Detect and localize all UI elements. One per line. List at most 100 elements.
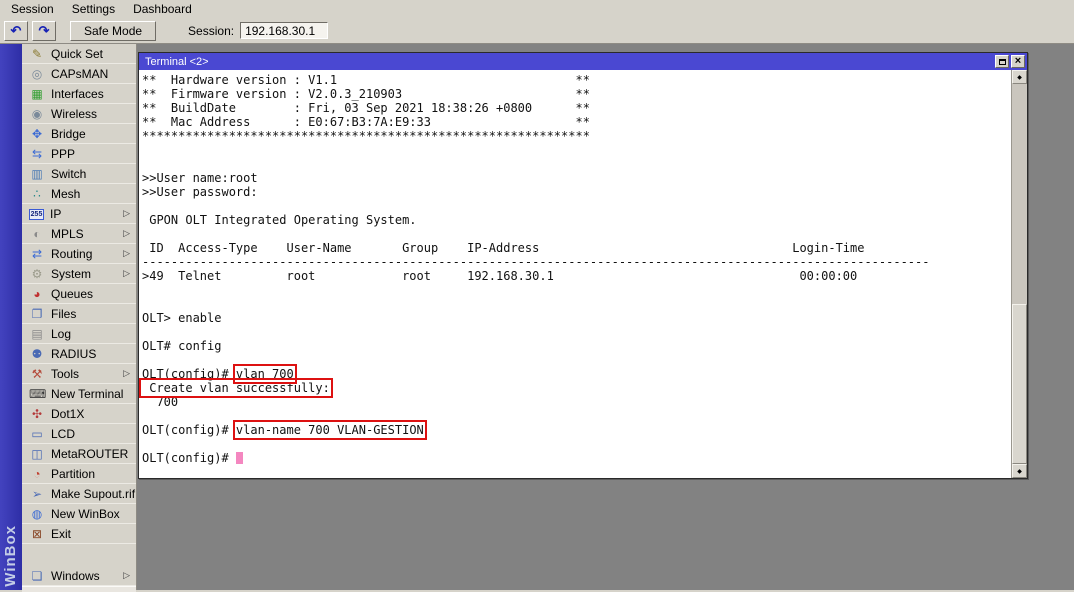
sidebar-item-label: New WinBox xyxy=(51,507,120,521)
sidebar-item-label: Switch xyxy=(51,167,86,181)
submenu-arrow-icon: ▷ xyxy=(123,248,130,259)
sidebar-item-mpls[interactable]: ◐ MPLS ▷ xyxy=(22,224,136,244)
sidebar-item-interfaces[interactable]: ▦Interfaces xyxy=(22,84,136,104)
sidebar-item-new-winbox[interactable]: ◍ New WinBox xyxy=(22,504,136,524)
sidebar-item-label: Tools xyxy=(51,367,79,381)
log-icon: ▤ xyxy=(29,326,45,342)
sidebar-item-wireless[interactable]: ◉Wireless xyxy=(22,104,136,124)
submenu-arrow-icon: ▷ xyxy=(123,368,130,379)
highlight-box: vlan-name 700 VLAN-GESTION xyxy=(236,423,424,437)
sidebar-item-capsman[interactable]: ◎ CAPsMAN xyxy=(22,64,136,84)
winbox-vertical-label: WinBox xyxy=(2,525,19,587)
terminal-line xyxy=(142,437,1011,451)
sidebar-item-label: RADIUS xyxy=(51,347,96,361)
redo-button[interactable]: ↷ xyxy=(32,21,56,41)
sidebar-item-ip[interactable]: 255IP▷ xyxy=(22,204,136,224)
terminal-output[interactable]: ** Hardware version : V1.1 **** Firmware… xyxy=(139,70,1011,478)
scrollbar-track[interactable] xyxy=(1012,84,1027,464)
mpls-icon: ◐ xyxy=(29,226,45,242)
sidebar-item-label: CAPsMAN xyxy=(51,67,108,81)
terminal-line: ----------------------------------------… xyxy=(142,255,1011,269)
scroll-up-button[interactable]: ◆ xyxy=(1012,70,1027,84)
sidebar-item-make-supout-rif[interactable]: ➢ Make Supout.rif xyxy=(22,484,136,504)
new-terminal-icon: ⌨ xyxy=(29,386,45,402)
sidebar-item-ppp[interactable]: ⇆PPP xyxy=(22,144,136,164)
sidebar-item-exit[interactable]: ⊠Exit xyxy=(22,524,136,544)
sidebar-item-windows[interactable]: ❏Windows▷ xyxy=(22,566,136,586)
terminal-cursor xyxy=(236,452,243,464)
make-supout-icon: ➢ xyxy=(29,486,45,502)
terminal-window: Terminal <2> × ** Hardware version : V1.… xyxy=(138,52,1028,479)
sidebar-nav: ✎ Quick Set ◎ CAPsMAN ▦Interfaces◉Wireless✥B… xyxy=(22,44,136,590)
submenu-arrow-icon: ▷ xyxy=(123,570,130,581)
sidebar-item-label: New Terminal xyxy=(51,387,123,401)
sidebar-item-label: Partition xyxy=(51,467,95,481)
menu-item-dashboard[interactable]: Dashboard xyxy=(124,0,201,18)
terminal-line: GPON OLT Integrated Operating System. xyxy=(142,213,1011,227)
sidebar-item-new-terminal[interactable]: ⌨ New Terminal xyxy=(22,384,136,404)
sidebar-item-files[interactable]: ❐Files xyxy=(22,304,136,324)
sidebar-item-system[interactable]: ⚙System▷ xyxy=(22,264,136,284)
sidebar-item-label: Mesh xyxy=(51,187,80,201)
terminal-line: ID Access-Type User-Name Group IP-Addres… xyxy=(142,241,1011,255)
sidebar-item-dot1x[interactable]: ✣Dot1X xyxy=(22,404,136,424)
redo-icon: ↷ xyxy=(39,23,50,38)
switch-icon: ▥ xyxy=(29,166,45,182)
sidebar-partial-row xyxy=(22,586,136,592)
toolbar: ↶ ↷ Safe Mode Session: 192.168.30.1 xyxy=(0,18,1074,44)
sidebar-item-mesh[interactable]: ∴Mesh xyxy=(22,184,136,204)
vertical-scrollbar[interactable]: ◆ ◆ xyxy=(1011,70,1027,478)
sidebar-item-bridge[interactable]: ✥Bridge xyxy=(22,124,136,144)
terminal-line: ****************************************… xyxy=(142,129,1011,143)
menu-item-session[interactable]: Session xyxy=(2,0,63,18)
new-winbox-icon: ◍ xyxy=(29,506,45,522)
session-field[interactable]: 192.168.30.1 xyxy=(240,22,328,39)
safe-mode-button[interactable]: Safe Mode xyxy=(70,21,156,41)
submenu-arrow-icon: ▷ xyxy=(123,228,130,239)
maximize-button[interactable] xyxy=(995,55,1009,68)
sidebar-item-label: Files xyxy=(51,307,76,321)
sidebar-item-partition[interactable]: ◔ Partition xyxy=(22,464,136,484)
submenu-arrow-icon: ▷ xyxy=(123,208,130,219)
sidebar-item-switch[interactable]: ▥ Switch xyxy=(22,164,136,184)
scrollbar-thumb[interactable] xyxy=(1012,304,1027,464)
sidebar-item-radius[interactable]: ⚉RADIUS xyxy=(22,344,136,364)
queues-icon: ◕ xyxy=(29,286,45,302)
ppp-icon: ⇆ xyxy=(29,146,45,162)
maximize-icon xyxy=(999,59,1006,65)
terminal-titlebar[interactable]: Terminal <2> × xyxy=(139,53,1027,70)
terminal-line: ** Hardware version : V1.1 ** xyxy=(142,73,1011,87)
session-label: Session: xyxy=(188,24,234,38)
sidebar-item-label: Exit xyxy=(51,527,71,541)
sidebar-item-queues[interactable]: ◕ Queues xyxy=(22,284,136,304)
terminal-line xyxy=(142,143,1011,157)
terminal-line: OLT(config)# xyxy=(142,451,1011,465)
quick-set-icon: ✎ xyxy=(29,46,45,62)
sidebar-item-lcd[interactable]: ▭LCD xyxy=(22,424,136,444)
terminal-line: 700 xyxy=(142,395,1011,409)
sidebar-item-routing[interactable]: ⇄Routing▷ xyxy=(22,244,136,264)
sidebar-item-quick-set[interactable]: ✎ Quick Set xyxy=(22,44,136,64)
menu-item-settings[interactable]: Settings xyxy=(63,0,124,18)
sidebar-item-label: Queues xyxy=(51,287,93,301)
terminal-line xyxy=(142,283,1011,297)
menu-bar: SessionSettingsDashboard xyxy=(0,0,1074,18)
sidebar-item-tools[interactable]: ⚒Tools▷ xyxy=(22,364,136,384)
bridge-icon: ✥ xyxy=(29,126,45,142)
sidebar-item-label: MetaROUTER xyxy=(51,447,128,461)
sidebar-item-label: MPLS xyxy=(51,227,84,241)
desktop: Terminal <2> × ** Hardware version : V1.… xyxy=(137,44,1074,590)
undo-icon: ↶ xyxy=(11,23,22,38)
terminal-line: >>User password: xyxy=(142,185,1011,199)
capsman-icon: ◎ xyxy=(29,66,45,82)
sidebar-item-metarouter[interactable]: ◫MetaROUTER xyxy=(22,444,136,464)
close-button[interactable]: × xyxy=(1011,55,1025,68)
scroll-down-button[interactable]: ◆ xyxy=(1012,464,1027,478)
partition-icon: ◔ xyxy=(29,466,45,482)
highlight-box: vlan 700 xyxy=(236,367,294,381)
sidebar-item-label: Quick Set xyxy=(51,47,103,61)
terminal-line: OLT# config xyxy=(142,339,1011,353)
sidebar-item-log[interactable]: ▤Log xyxy=(22,324,136,344)
undo-button[interactable]: ↶ xyxy=(4,21,28,41)
sidebar-item-label: Make Supout.rif xyxy=(51,487,135,501)
